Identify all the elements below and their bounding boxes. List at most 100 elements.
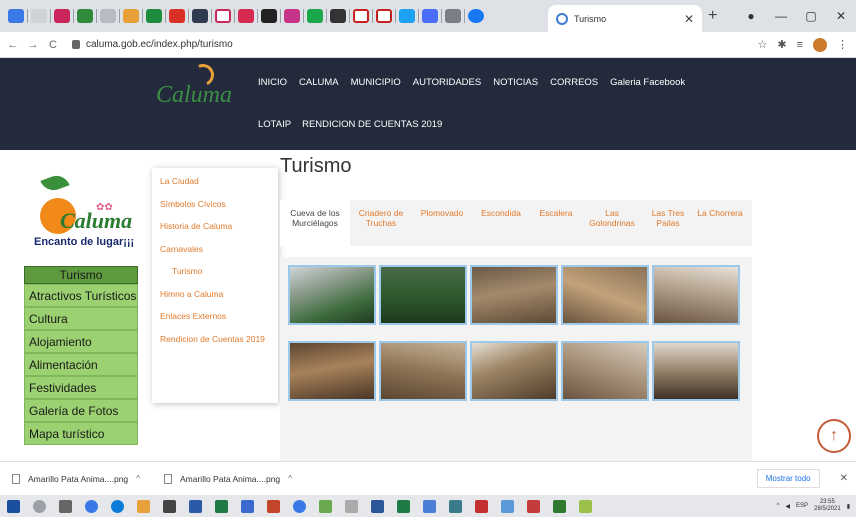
reload-icon[interactable]: C: [46, 39, 60, 51]
sidebar-item-cultura[interactable]: Cultura: [24, 307, 138, 330]
tab-escondida[interactable]: Escondida: [472, 200, 530, 246]
menu-icon[interactable]: ⋮: [837, 38, 848, 51]
menu-municipio[interactable]: MUNICIPIO: [351, 77, 401, 88]
app-icon[interactable]: [318, 499, 332, 513]
app-icon[interactable]: [422, 499, 436, 513]
tab-icon[interactable]: [422, 9, 438, 23]
clock[interactable]: 23:55 28/5/2021: [814, 499, 841, 513]
app-icon[interactable]: [188, 499, 202, 513]
app-icon[interactable]: [344, 499, 358, 513]
tab-icon[interactable]: [215, 9, 231, 23]
gallery-photo[interactable]: [470, 341, 558, 401]
gallery-photo[interactable]: [561, 341, 649, 401]
sidebar-item-galeria[interactable]: Galería de Fotos: [24, 399, 138, 422]
gallery-photo[interactable]: [561, 265, 649, 325]
maximize-icon[interactable]: ▢: [796, 9, 826, 23]
menu-correos[interactable]: CORREOS: [550, 77, 598, 88]
menu-galeria-facebook[interactable]: Galeria Facebook: [610, 77, 685, 88]
chevron-up-icon[interactable]: ^: [288, 474, 292, 483]
menu-caluma[interactable]: CALUMA: [299, 77, 339, 88]
sidebar-item-mapa[interactable]: Mapa turístico: [24, 422, 138, 445]
excel-icon[interactable]: [214, 499, 228, 513]
tab-escalera[interactable]: Escalera: [530, 200, 582, 246]
volume-icon[interactable]: ◀: [785, 503, 790, 510]
back-icon[interactable]: ←: [6, 39, 20, 51]
dropdown-item-carnavales[interactable]: Carnavales: [160, 244, 278, 267]
folder-icon[interactable]: [136, 499, 150, 513]
close-window-icon[interactable]: ✕: [826, 9, 856, 23]
tab-icon[interactable]: [307, 9, 323, 23]
settings-icon[interactable]: [330, 9, 346, 23]
gmail-icon[interactable]: [376, 9, 392, 23]
dropdown-item-rendicion[interactable]: Rendicion de Cuentas 2019: [160, 334, 278, 357]
instagram-icon[interactable]: [284, 9, 300, 23]
pocket-icon[interactable]: [238, 9, 254, 23]
powerpoint-icon[interactable]: [266, 499, 280, 513]
sidebar-item-alimentacion[interactable]: Alimentación: [24, 353, 138, 376]
gallery-photo[interactable]: [652, 341, 740, 401]
location-icon[interactable]: [192, 9, 208, 23]
acrobat-icon[interactable]: [474, 499, 488, 513]
tab-criadero[interactable]: Criadero de Truchas: [350, 200, 412, 246]
dropdown-item-simbolos[interactable]: Símbolos Cívicos: [160, 199, 278, 222]
start-icon[interactable]: [6, 499, 20, 513]
mail-icon[interactable]: [54, 9, 70, 23]
facebook-icon[interactable]: [468, 9, 484, 23]
gallery-photo[interactable]: [288, 341, 376, 401]
menu-noticias[interactable]: NOTICIAS: [493, 77, 538, 88]
site-logo[interactable]: Caluma: [152, 60, 232, 114]
tab-icon[interactable]: [100, 9, 116, 23]
tab-golondrinas[interactable]: Las Golondrinas: [582, 200, 642, 246]
store-icon[interactable]: [162, 499, 176, 513]
sidebar-item-atractivos[interactable]: Atractivos Turísticos: [24, 284, 138, 307]
tab-plomovado[interactable]: Plomovado: [412, 200, 472, 246]
app-icon[interactable]: [448, 499, 462, 513]
active-tab[interactable]: Turismo ✕: [548, 5, 702, 32]
app-icon[interactable]: [526, 499, 540, 513]
reading-list-icon[interactable]: ≡: [797, 39, 803, 51]
gallery-photo[interactable]: [652, 265, 740, 325]
chevron-up-icon[interactable]: ^: [136, 474, 140, 483]
language-indicator[interactable]: ESP: [796, 503, 808, 509]
tab-tres-pailas[interactable]: Las Tres Pailas: [642, 200, 694, 246]
chrome-icon[interactable]: [84, 499, 98, 513]
tab-icon[interactable]: [261, 9, 277, 23]
menu-inicio[interactable]: INICIO: [258, 77, 287, 88]
sidebar-item-festividades[interactable]: Festividades: [24, 376, 138, 399]
app-icon[interactable]: [578, 499, 592, 513]
chrome-icon[interactable]: [8, 9, 24, 23]
chrome-icon[interactable]: [292, 499, 306, 513]
app-icon[interactable]: [500, 499, 514, 513]
twitter-icon[interactable]: [399, 9, 415, 23]
tab-icon[interactable]: [445, 9, 461, 23]
minimize-icon[interactable]: —: [766, 9, 796, 23]
network-icon[interactable]: ^: [777, 503, 780, 509]
sidebar-item-alojamiento[interactable]: Alojamiento: [24, 330, 138, 353]
dropdown-item-historia[interactable]: Historia de Caluma: [160, 221, 278, 244]
task-view-icon[interactable]: [58, 499, 72, 513]
star-icon[interactable]: ☆: [757, 38, 767, 51]
close-downloads-icon[interactable]: ✕: [840, 473, 848, 484]
new-tab-icon[interactable]: +: [708, 7, 717, 25]
tab-icon[interactable]: [31, 9, 47, 23]
download-item[interactable]: Amarillo Pata Anima....png ^: [164, 473, 304, 484]
edge-icon[interactable]: [110, 499, 124, 513]
tab-cueva[interactable]: Cueva de los Murciélagos: [280, 200, 350, 246]
app-icon[interactable]: [552, 499, 566, 513]
menu-lotaip[interactable]: LOTAIP: [258, 119, 291, 130]
gallery-photo[interactable]: [379, 341, 467, 401]
record-icon[interactable]: ●: [736, 9, 766, 23]
menu-autoridades[interactable]: AUTORIDADES: [413, 77, 481, 88]
download-item[interactable]: Amarillo Pata Anima....png ^: [12, 473, 152, 484]
tab-icon[interactable]: [169, 9, 185, 23]
tab-chorrera[interactable]: La Chorrera: [694, 200, 746, 246]
tab-icon[interactable]: [77, 9, 93, 23]
notification-icon[interactable]: ▮: [847, 503, 850, 510]
show-all-button[interactable]: Mostrar todo: [756, 469, 820, 488]
dropdown-item-enlaces[interactable]: Enlaces Externos: [160, 311, 278, 334]
profile-avatar[interactable]: [813, 37, 827, 52]
dropdown-item-himno[interactable]: Himno a Caluma: [160, 289, 278, 312]
dropdown-item-turismo[interactable]: Turismo: [160, 266, 278, 289]
word-icon[interactable]: [370, 499, 384, 513]
outlook-icon[interactable]: [240, 499, 254, 513]
